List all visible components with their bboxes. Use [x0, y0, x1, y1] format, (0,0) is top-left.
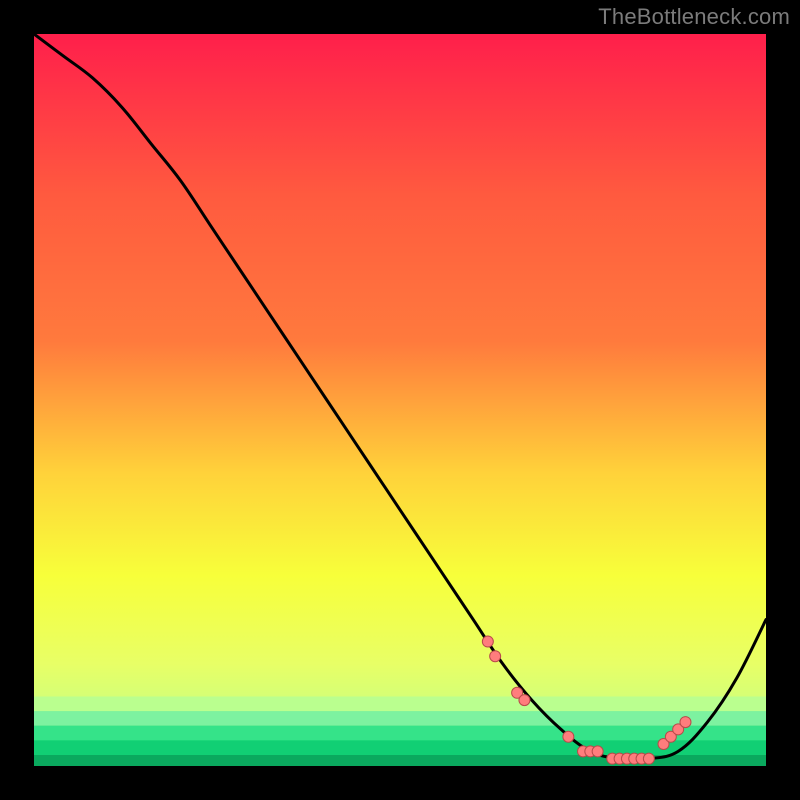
- data-marker: [592, 746, 603, 757]
- gradient-band: [34, 711, 766, 726]
- watermark-text: TheBottleneck.com: [598, 4, 790, 30]
- data-marker: [482, 636, 493, 647]
- data-marker: [563, 731, 574, 742]
- gradient-band: [34, 697, 766, 712]
- data-marker: [643, 753, 654, 764]
- plot-area: [34, 34, 766, 766]
- chart-stage: TheBottleneck.com: [0, 0, 800, 800]
- plot-svg: [34, 34, 766, 766]
- data-marker: [519, 695, 530, 706]
- gradient-band: [34, 740, 766, 755]
- data-marker: [490, 651, 501, 662]
- gradient-background: [34, 34, 766, 766]
- gradient-band: [34, 726, 766, 741]
- data-marker: [680, 717, 691, 728]
